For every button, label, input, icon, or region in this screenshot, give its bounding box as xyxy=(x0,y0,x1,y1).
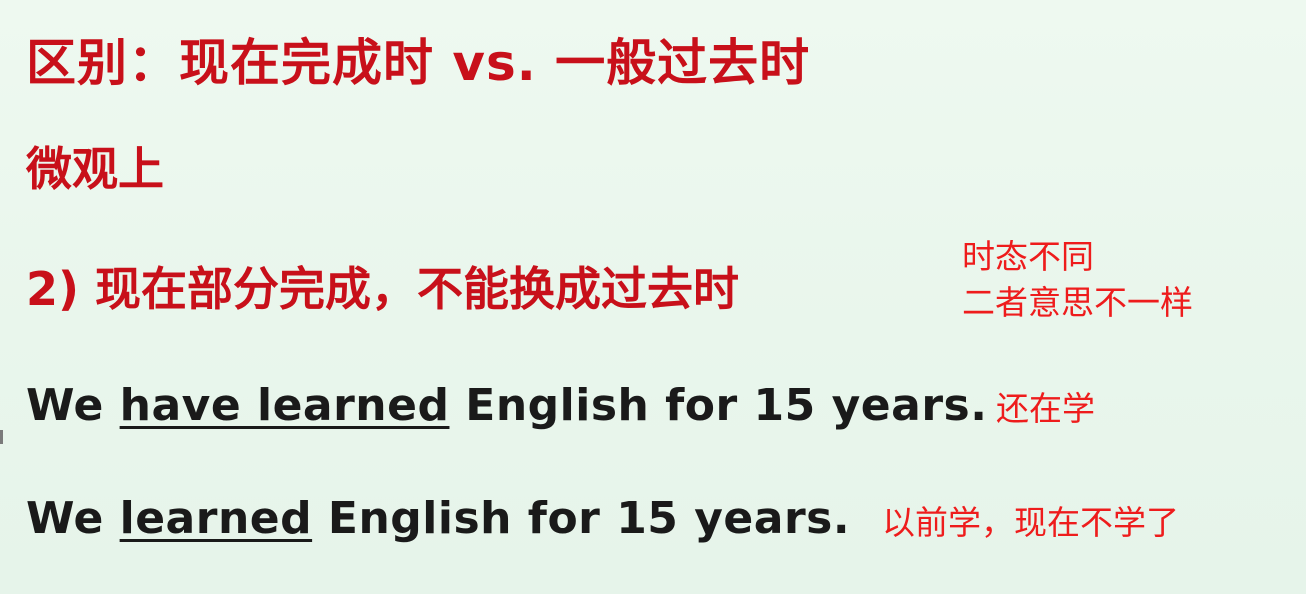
slide-canvas: 区别：现在完成时 vs. 一般过去时 微观上 2) 现在部分完成，不能换成过去时… xyxy=(0,0,1306,594)
example-sentence-present-perfect: We have learned English for 15 years. xyxy=(26,384,987,428)
annotation-learned-before: 以前学，现在不学了 xyxy=(882,503,1179,542)
section-heading: 微观上 xyxy=(26,142,164,196)
slide-title: 区别：现在完成时 vs. 一般过去时 xyxy=(26,34,811,92)
sentence-prefix: We xyxy=(26,380,120,431)
underlined-verb: learned xyxy=(119,493,313,544)
example-sentence-simple-past: We learned English for 15 years. xyxy=(26,497,850,541)
sentence-suffix: English for 15 years. xyxy=(449,380,988,431)
underlined-verb: have learned xyxy=(119,380,450,431)
sentence-suffix: English for 15 years. xyxy=(312,493,851,544)
point-heading: 2) 现在部分完成，不能换成过去时 xyxy=(26,262,740,316)
left-edge-mark xyxy=(0,430,3,444)
sentence-prefix: We xyxy=(26,493,120,544)
annotation-tense-different: 时态不同 xyxy=(962,237,1094,276)
annotation-still-learning: 还在学 xyxy=(996,389,1095,428)
annotation-meaning-different: 二者意思不一样 xyxy=(962,283,1193,322)
